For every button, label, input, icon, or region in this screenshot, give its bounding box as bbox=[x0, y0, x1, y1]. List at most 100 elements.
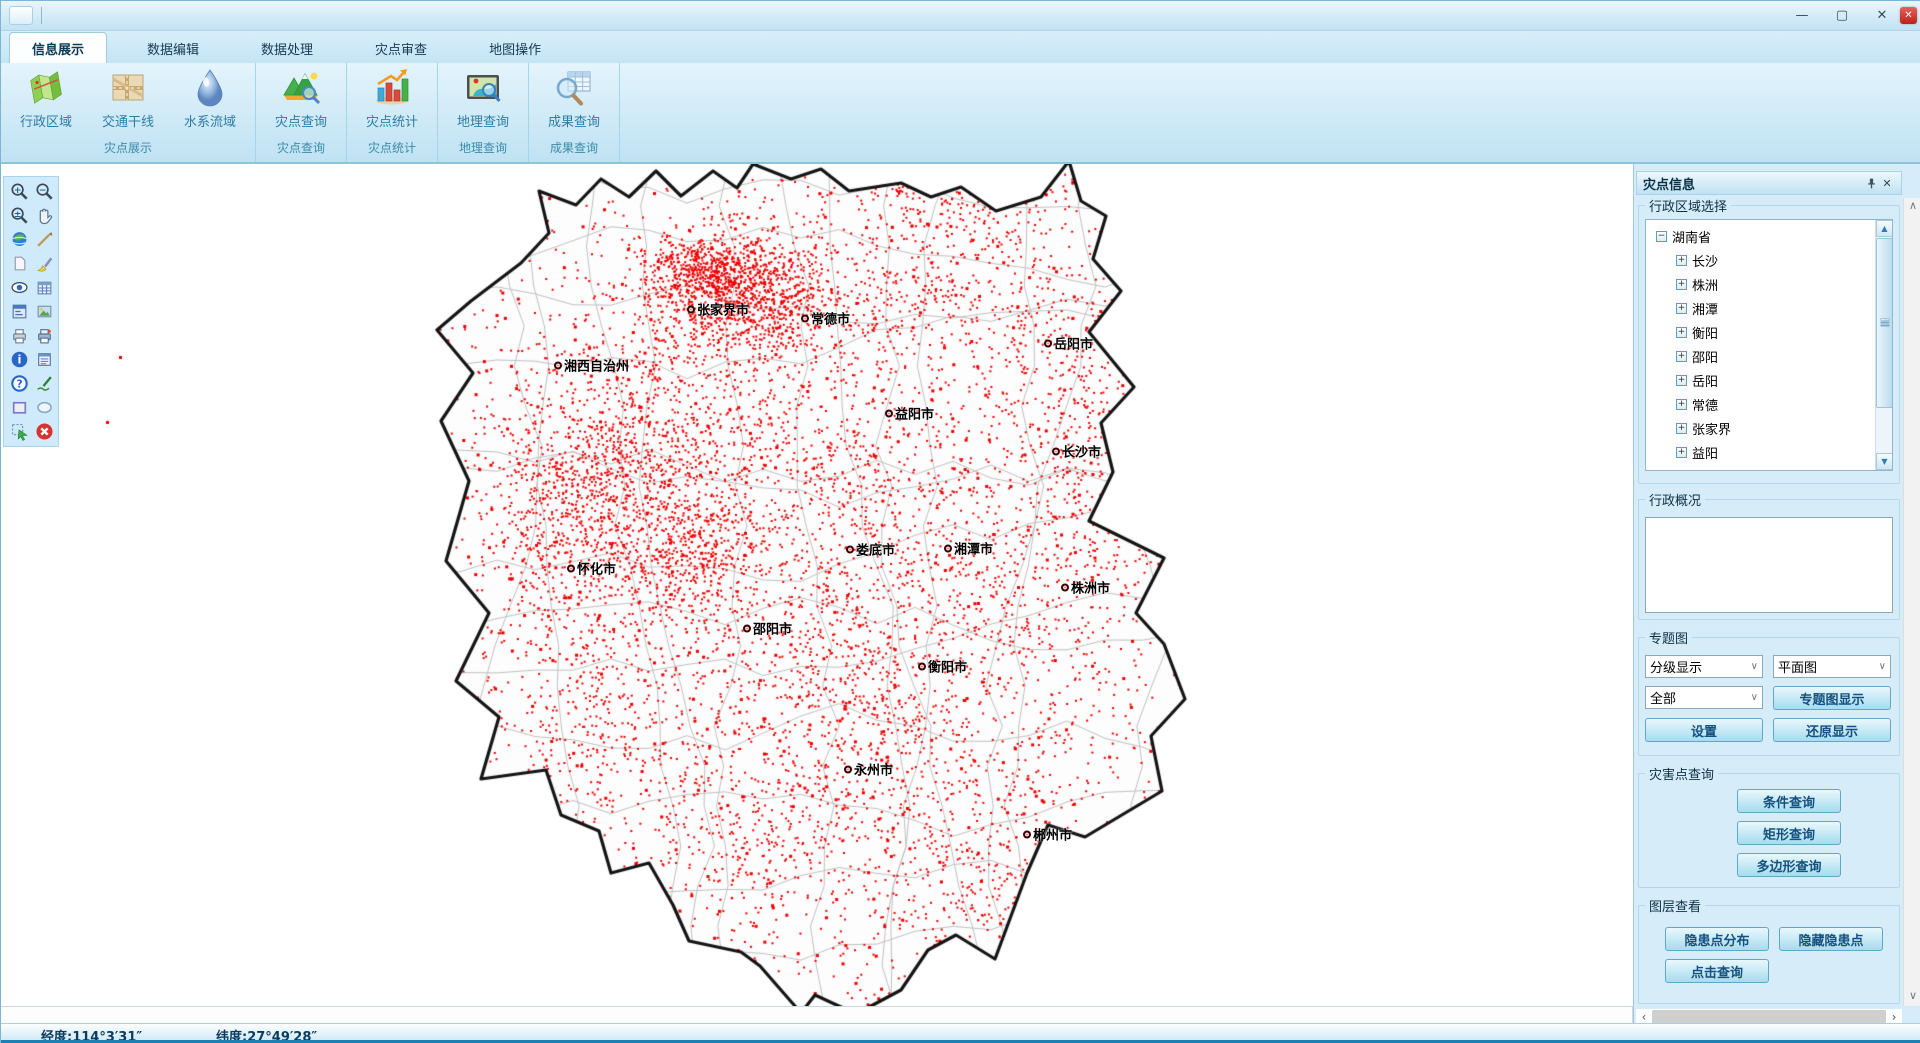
expand-icon[interactable]: + bbox=[1676, 399, 1687, 410]
tab-3[interactable]: 数据处理 bbox=[239, 33, 335, 63]
tree-scroll-thumb[interactable] bbox=[1876, 238, 1893, 408]
ribbon-group: 灾点查询灾点查询 bbox=[256, 63, 347, 162]
pin-icon[interactable] bbox=[1863, 175, 1879, 191]
ribbon-button[interactable]: 地理查询 bbox=[442, 63, 524, 130]
tab-1[interactable]: 信息展示 bbox=[9, 32, 107, 63]
ribbon-button[interactable]: 水系流域 bbox=[169, 63, 251, 130]
ribbon-button[interactable]: 成果查询 bbox=[533, 63, 615, 130]
panel-close-icon[interactable]: ✕ bbox=[1879, 175, 1895, 191]
expand-icon[interactable]: + bbox=[1676, 375, 1687, 386]
隐患点分布-button[interactable]: 隐患点分布 bbox=[1665, 927, 1769, 951]
expand-icon[interactable]: + bbox=[1676, 255, 1687, 266]
measure-icon[interactable] bbox=[32, 228, 56, 251]
ribbon-button[interactable]: 灾点统计 bbox=[351, 63, 433, 130]
ribbon-group: 灾点统计灾点统计 bbox=[347, 63, 438, 162]
legend-window-icon[interactable] bbox=[7, 300, 31, 323]
ellipse-tool-icon[interactable] bbox=[32, 396, 56, 419]
panel-hscroll-thumb[interactable] bbox=[1652, 1010, 1886, 1024]
expand-icon[interactable]: + bbox=[1676, 447, 1687, 458]
thematic-label: 专题图 bbox=[1645, 628, 1692, 647]
brush-icon[interactable] bbox=[32, 252, 56, 275]
delete-icon[interactable] bbox=[32, 420, 56, 443]
ribbon-button[interactable]: 行政区域 bbox=[5, 63, 87, 130]
expand-icon[interactable]: + bbox=[1676, 303, 1687, 314]
overview-textbox[interactable] bbox=[1645, 517, 1893, 613]
tree-scroll-down-icon[interactable]: ▼ bbox=[1876, 453, 1893, 470]
ribbon-button[interactable]: 灾点查询 bbox=[260, 63, 342, 130]
title-bar: — ▢ ✕ ✕ bbox=[1, 1, 1920, 31]
panel-vertical-scrollbar[interactable]: ∧ ∨ bbox=[1903, 198, 1920, 1006]
sketch-line-icon[interactable] bbox=[32, 372, 56, 395]
region-map-icon bbox=[26, 67, 66, 107]
scope-select[interactable]: 全部∨ bbox=[1645, 686, 1763, 709]
tree-item-child-1[interactable]: +长沙 bbox=[1654, 248, 1892, 272]
点击查询-button[interactable]: 点击查询 bbox=[1665, 959, 1769, 983]
expand-icon[interactable]: + bbox=[1676, 351, 1687, 362]
maximize-button[interactable]: ▢ bbox=[1829, 6, 1855, 26]
close-red-button[interactable]: ✕ bbox=[1900, 7, 1917, 24]
panel-scroll-right-icon[interactable]: › bbox=[1886, 1010, 1902, 1024]
tree-item-child-9[interactable]: +益阳 bbox=[1654, 440, 1892, 464]
eye-icon[interactable] bbox=[7, 276, 31, 299]
tree-item-child-3[interactable]: +湘潭 bbox=[1654, 296, 1892, 320]
zoom-in-icon[interactable]: + bbox=[7, 180, 31, 203]
zoom-extent-icon[interactable]: ± bbox=[7, 204, 31, 227]
tree-item-label: 张家界 bbox=[1692, 419, 1731, 438]
tree-item-child-8[interactable]: + 张家界 bbox=[1654, 416, 1892, 440]
tree-item-root[interactable]: −湖南省 bbox=[1654, 224, 1892, 248]
print-preview-icon[interactable] bbox=[32, 324, 56, 347]
条件查询-button[interactable]: 条件查询 bbox=[1737, 789, 1841, 813]
select-arrow-icon[interactable] bbox=[7, 420, 31, 443]
tab-2[interactable]: 数据编辑 bbox=[125, 33, 221, 63]
panel-scroll-left-icon[interactable]: ‹ bbox=[1636, 1010, 1652, 1024]
image-icon[interactable] bbox=[32, 300, 56, 323]
panel-title: 灾点信息 bbox=[1643, 174, 1695, 193]
collapse-icon[interactable]: − bbox=[1656, 231, 1667, 242]
tree-item-child-2[interactable]: +株洲 bbox=[1654, 272, 1892, 296]
close-button[interactable]: ✕ bbox=[1869, 6, 1895, 26]
grid-table-icon[interactable] bbox=[32, 276, 56, 299]
document-window-icon[interactable] bbox=[32, 348, 56, 371]
chart-type-select[interactable]: 平面图∨ bbox=[1773, 655, 1891, 678]
tree-item-child-10[interactable]: +郴州 bbox=[1654, 464, 1892, 471]
help-icon[interactable]: ? bbox=[7, 372, 31, 395]
tab-5[interactable]: 地图操作 bbox=[467, 33, 563, 63]
tree-item-label: 邵阳 bbox=[1692, 347, 1718, 366]
隐藏隐患点-button[interactable]: 隐藏隐患点 bbox=[1779, 927, 1883, 951]
globe-icon[interactable] bbox=[7, 228, 31, 251]
tree-item-child-4[interactable]: +衡阳 bbox=[1654, 320, 1892, 344]
show-thematic-button[interactable]: 专题图显示 bbox=[1773, 686, 1891, 710]
map-horizontal-scrollbar[interactable] bbox=[1, 1006, 1633, 1023]
panel-header: 灾点信息 ✕ bbox=[1636, 171, 1902, 195]
expand-icon[interactable]: + bbox=[1676, 327, 1687, 338]
panel-scroll-down-icon[interactable]: ∨ bbox=[1904, 988, 1920, 1006]
print-icon[interactable] bbox=[7, 324, 31, 347]
map-viewport[interactable]: 张家界市常德市岳阳市湘西自治州益阳市长沙市娄底市湘潭市怀化市株洲市邵阳市衡阳市永… bbox=[1, 164, 1920, 1023]
expand-icon[interactable]: + bbox=[1676, 471, 1687, 472]
svg-text:i: i bbox=[17, 353, 21, 367]
minimize-button[interactable]: — bbox=[1789, 6, 1815, 26]
tree-scroll-up-icon[interactable]: ▲ bbox=[1876, 220, 1893, 237]
tree-item-child-6[interactable]: +岳阳 bbox=[1654, 368, 1892, 392]
info-icon[interactable]: i bbox=[7, 348, 31, 371]
多边形查询-button[interactable]: 多边形查询 bbox=[1737, 853, 1841, 877]
tree-item-child-5[interactable]: + 邵阳 bbox=[1654, 344, 1892, 368]
settings-button[interactable]: 设置 bbox=[1645, 718, 1763, 742]
restore-display-button[interactable]: 还原显示 bbox=[1773, 718, 1891, 742]
panel-scroll-up-icon[interactable]: ∧ bbox=[1904, 198, 1920, 216]
blank-page-icon[interactable] bbox=[7, 252, 31, 275]
zoom-out-icon[interactable]: − bbox=[32, 180, 56, 203]
tree-item-child-7[interactable]: +常德 bbox=[1654, 392, 1892, 416]
矩形查询-button[interactable]: 矩形查询 bbox=[1737, 821, 1841, 845]
expand-icon[interactable]: + bbox=[1676, 423, 1687, 434]
map-canvas[interactable] bbox=[1, 164, 1633, 1023]
ribbon-button[interactable]: 交通干线 bbox=[87, 63, 169, 130]
quick-access-toolbar[interactable] bbox=[9, 6, 33, 25]
rectangle-tool-icon[interactable] bbox=[7, 396, 31, 419]
tree-scrollbar[interactable]: ▲ ▼ bbox=[1875, 220, 1892, 470]
display-mode-select[interactable]: 分级显示∨ bbox=[1645, 655, 1763, 678]
tab-4[interactable]: 灾点审查 bbox=[353, 33, 449, 63]
tree-item-label: 湖南省 bbox=[1672, 227, 1711, 246]
expand-icon[interactable]: + bbox=[1676, 279, 1687, 290]
pan-hand-icon[interactable] bbox=[32, 204, 56, 227]
